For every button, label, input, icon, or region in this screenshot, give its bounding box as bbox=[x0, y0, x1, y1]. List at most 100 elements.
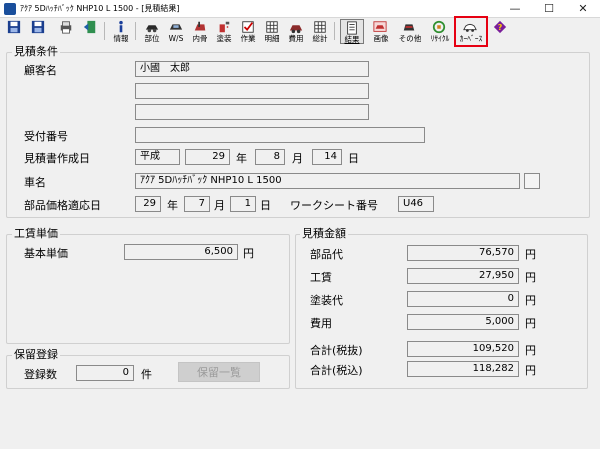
registration-count-unit: 件 bbox=[141, 368, 152, 381]
amount-label: 塗装代 bbox=[310, 294, 343, 307]
car-name-field[interactable]: ｱｸｱ 5Dﾊｯﾁﾊﾞｯｸ NHP10 L 1500 bbox=[135, 173, 520, 189]
toolbar-work-button[interactable]: 作業 bbox=[237, 19, 259, 44]
cost-amount-field: 5,000 bbox=[407, 314, 519, 330]
group-title: 工賃単価 bbox=[12, 227, 60, 240]
save-as-button[interactable] bbox=[27, 19, 49, 44]
group-title: 見積条件 bbox=[12, 45, 60, 58]
toolbar-other-button[interactable]: その他 bbox=[398, 19, 422, 44]
save-button[interactable] bbox=[3, 19, 25, 44]
labor-amount-field: 27,950 bbox=[407, 268, 519, 284]
price-year-field[interactable]: 29 bbox=[135, 196, 161, 212]
day-field[interactable]: 14 bbox=[312, 149, 342, 165]
amount-unit: 円 bbox=[525, 294, 536, 307]
year-field[interactable]: 29 bbox=[185, 149, 230, 165]
amount-unit: 円 bbox=[525, 344, 536, 357]
toolbar-details-button[interactable]: 明細 bbox=[261, 19, 283, 44]
toolbar-info-button[interactable]: 情報 bbox=[110, 19, 132, 44]
month-field[interactable]: 8 bbox=[255, 149, 285, 165]
car-photo-icon bbox=[373, 21, 387, 32]
cost-car-icon bbox=[289, 25, 303, 34]
receipt-number-field[interactable] bbox=[135, 127, 425, 143]
toolbar-recycle-button[interactable]: ﾘｻｲｸﾙ bbox=[428, 19, 452, 44]
app-icon bbox=[4, 3, 16, 15]
customer-name-field[interactable]: 小國 太郎 bbox=[135, 61, 369, 77]
price-day-unit: 日 bbox=[260, 199, 271, 212]
wrench-car-icon bbox=[194, 21, 206, 31]
paint-amount-field: 0 bbox=[407, 291, 519, 307]
toolbar-parts-button[interactable]: 部位 bbox=[141, 19, 163, 44]
toolbar-separator bbox=[135, 22, 136, 40]
exit-button[interactable] bbox=[79, 19, 101, 44]
toolbar-result-button[interactable]: 結果 bbox=[340, 19, 364, 44]
car-part-icon bbox=[169, 24, 183, 30]
hold-list-button[interactable]: 保留一覧 bbox=[178, 362, 260, 382]
amount-label: 合計(税抜) bbox=[310, 344, 363, 357]
toolbar-label: ｶｰﾍﾞｰｽ bbox=[459, 34, 483, 43]
worksheet-number-label: ワークシート番号 bbox=[290, 199, 378, 212]
toolbar-ws-button[interactable]: W/S bbox=[165, 19, 187, 44]
price-day-field[interactable]: 1 bbox=[230, 196, 256, 212]
amount-unit: 円 bbox=[525, 271, 536, 284]
checklist-icon bbox=[242, 21, 254, 33]
amount-label: 費用 bbox=[310, 317, 332, 330]
toolbar-paint-button[interactable]: 塗装 bbox=[213, 19, 235, 44]
amount-unit: 円 bbox=[525, 317, 536, 330]
toolbar-label: 結果 bbox=[344, 35, 360, 44]
maximize-button[interactable]: ☐ bbox=[532, 0, 566, 18]
printer-icon bbox=[60, 21, 72, 34]
toolbar-image-button[interactable]: 画像 bbox=[369, 19, 393, 44]
price-date-label: 部品価格適応日 bbox=[24, 199, 101, 212]
customer-name-line2-field[interactable] bbox=[135, 83, 369, 99]
parts-amount-field: 76,570 bbox=[407, 245, 519, 261]
close-button[interactable]: ✕ bbox=[566, 0, 600, 18]
help-button[interactable]: ? bbox=[489, 19, 511, 44]
year-unit: 年 bbox=[236, 152, 247, 165]
registration-count-field[interactable]: 0 bbox=[76, 365, 134, 381]
toolbar-cost-button[interactable]: 費用 bbox=[285, 19, 307, 44]
toolbar-label: 情報 bbox=[113, 34, 129, 43]
created-date-label: 見積書作成日 bbox=[24, 152, 90, 165]
document-list-icon bbox=[347, 21, 357, 35]
group-title: 保留登録 bbox=[12, 348, 60, 361]
help-diamond-icon: ? bbox=[493, 20, 507, 34]
car-outline-icon bbox=[463, 23, 477, 32]
day-unit: 日 bbox=[348, 152, 359, 165]
base-rate-unit: 円 bbox=[243, 247, 254, 260]
window-title: ｱｸｱ 5Dﾊｯﾁﾊﾞｯｸ NHP10 L 1500 - [見積結果] bbox=[20, 4, 180, 13]
table-icon bbox=[266, 21, 278, 33]
subtotal-amount-field: 109,520 bbox=[407, 341, 519, 357]
toolbar-separator bbox=[334, 22, 335, 40]
total-amount-field: 118,282 bbox=[407, 361, 519, 377]
minimize-button[interactable]: — bbox=[498, 0, 532, 18]
era-field[interactable]: 平成 bbox=[135, 149, 180, 165]
calculator-grid-icon bbox=[314, 21, 326, 33]
amount-unit: 円 bbox=[525, 364, 536, 377]
worksheet-number-field[interactable]: U46 bbox=[398, 196, 434, 212]
customer-name-line3-field[interactable] bbox=[135, 104, 369, 120]
base-rate-label: 基本単価 bbox=[24, 247, 68, 260]
toolbar-label: 総計 bbox=[312, 34, 328, 43]
print-button[interactable] bbox=[55, 19, 77, 44]
toolbar-inner-frame-button[interactable]: 内骨 bbox=[189, 19, 211, 44]
base-rate-field[interactable]: 6,500 bbox=[124, 244, 238, 260]
price-month-unit: 月 bbox=[214, 199, 225, 212]
info-icon bbox=[119, 20, 123, 33]
amount-label: 部品代 bbox=[310, 248, 343, 261]
floppy-disk-icon bbox=[31, 20, 45, 34]
paint-spray-icon bbox=[219, 21, 230, 33]
toolbar: 情報 部位 W/S 内骨 塗装 作業 明細 費用 総計 結果 画像 その他 ﾘｻ… bbox=[0, 16, 600, 47]
price-month-field[interactable]: 7 bbox=[184, 196, 210, 212]
svg-text:?: ? bbox=[498, 23, 503, 32]
receipt-number-label: 受付番号 bbox=[24, 130, 68, 143]
toolbar-label: ﾘｻｲｸﾙ bbox=[430, 34, 450, 43]
toolbar-total-button[interactable]: 総計 bbox=[309, 19, 331, 44]
amount-label: 合計(税込) bbox=[310, 364, 363, 377]
amount-label: 工賃 bbox=[310, 271, 332, 284]
price-year-unit: 年 bbox=[167, 199, 178, 212]
registration-count-label: 登録数 bbox=[24, 368, 57, 381]
car-name-label: 車名 bbox=[24, 176, 46, 189]
month-unit: 月 bbox=[292, 152, 303, 165]
toolbar-carbase-button[interactable]: ｶｰﾍﾞｰｽ bbox=[454, 16, 488, 47]
car-select-button[interactable] bbox=[524, 173, 540, 189]
toolbar-label: その他 bbox=[398, 34, 422, 43]
